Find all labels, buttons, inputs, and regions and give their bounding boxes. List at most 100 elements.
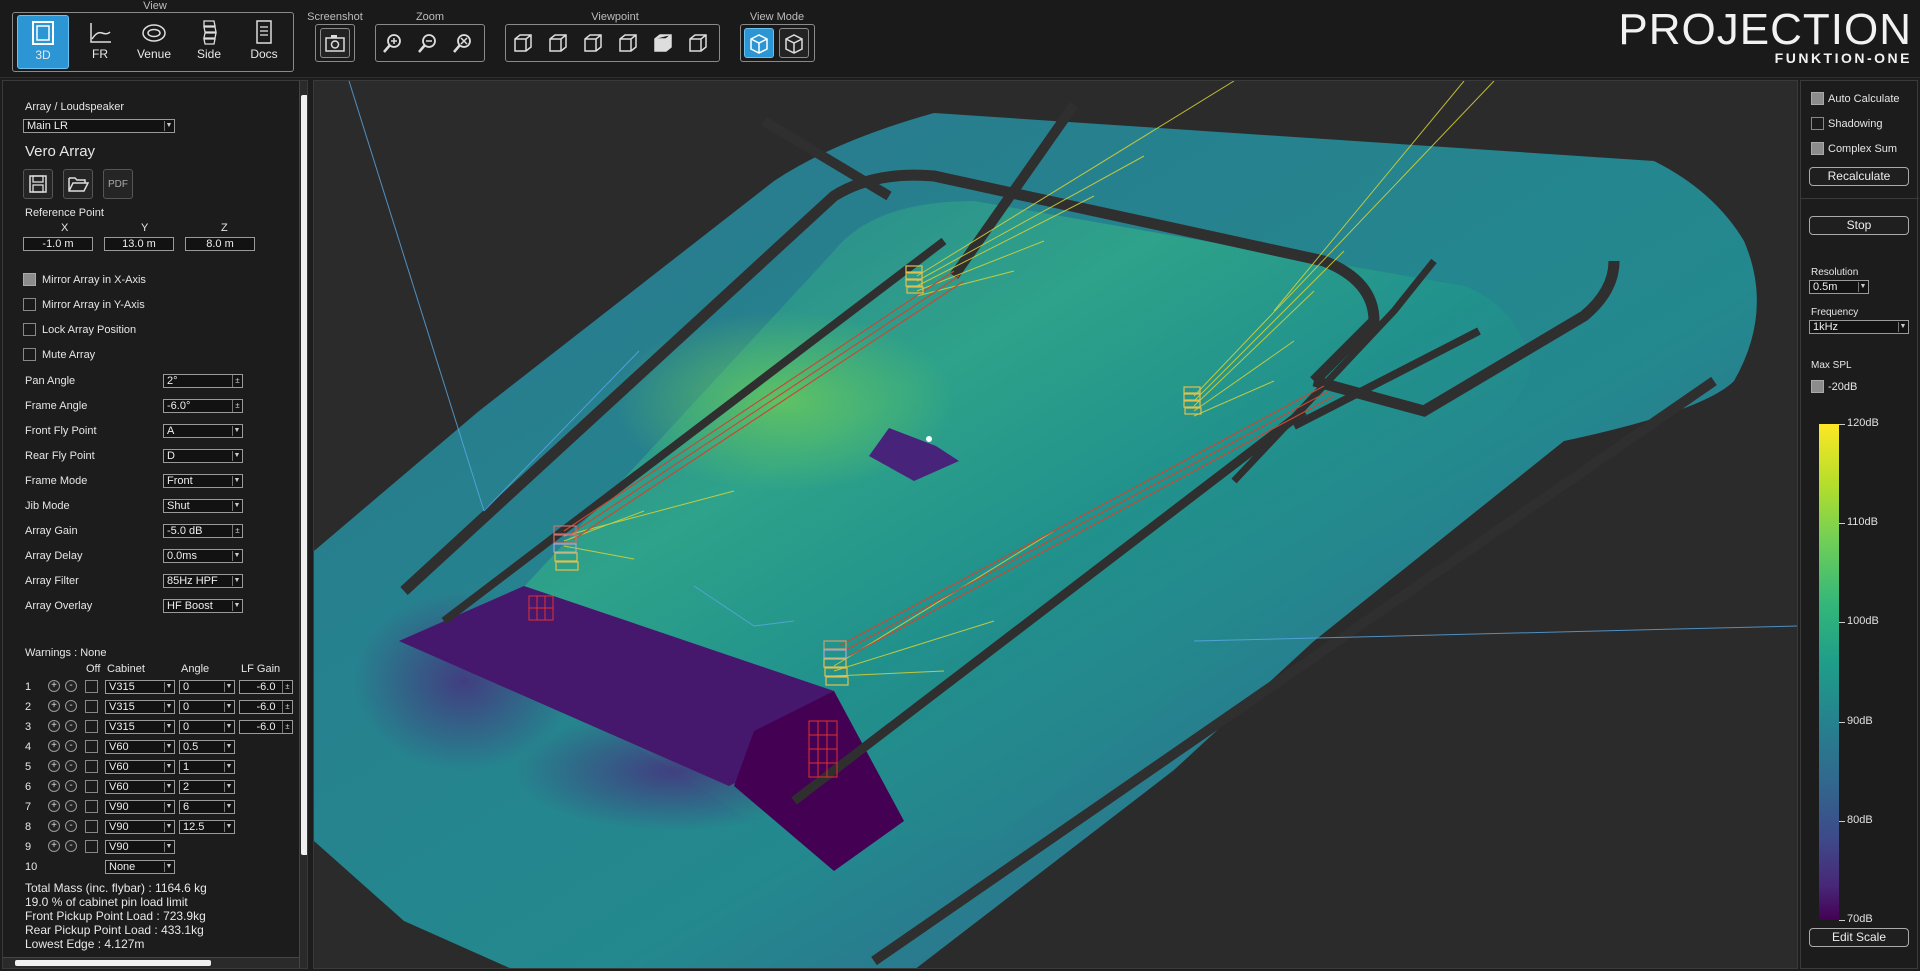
horizontal-scrollbar[interactable]	[3, 957, 299, 968]
ref-x-field[interactable]: -1.0 m	[23, 237, 93, 251]
screenshot-button[interactable]	[320, 28, 350, 58]
complex-sum-checkbox[interactable]	[1811, 142, 1824, 155]
resolution-select[interactable]: 0.5m ▼	[1809, 280, 1869, 294]
lf-gain-field[interactable]: -6.0 ±	[239, 680, 293, 694]
auto-calculate-checkbox[interactable]	[1811, 92, 1824, 105]
cabinet-select[interactable]: None ▼	[105, 860, 175, 874]
param-field[interactable]: Front ▼	[163, 474, 243, 488]
zoom-in-button[interactable]	[378, 28, 408, 58]
ref-y-field[interactable]: 13.0 m	[104, 237, 174, 251]
add-cabinet-button[interactable]: +	[48, 820, 60, 832]
view-fr-button[interactable]: FR	[75, 15, 125, 69]
viewpoint-left-button[interactable]	[578, 28, 608, 58]
cabinet-off-checkbox[interactable]	[85, 700, 98, 713]
param-field[interactable]: A ▼	[163, 424, 243, 438]
checkbox[interactable]	[23, 273, 36, 286]
spl-map-render[interactable]	[314, 81, 1798, 969]
frequency-select[interactable]: 1kHz ▼	[1809, 320, 1909, 334]
param-field[interactable]: -5.0 dB ±	[163, 524, 243, 538]
checkbox[interactable]	[23, 298, 36, 311]
view-side-button[interactable]: Side	[184, 15, 234, 69]
param-field[interactable]: -6.0° ±	[163, 399, 243, 413]
shadowing-checkbox[interactable]	[1811, 117, 1824, 130]
pdf-button[interactable]: PDF	[103, 169, 133, 199]
recalculate-button[interactable]: Recalculate	[1809, 167, 1909, 186]
add-cabinet-button[interactable]: +	[48, 700, 60, 712]
cabinet-off-checkbox[interactable]	[85, 820, 98, 833]
viewpoint-top-button[interactable]	[648, 28, 678, 58]
viewpoint-front-button[interactable]	[508, 28, 538, 58]
cabinet-off-checkbox[interactable]	[85, 800, 98, 813]
cabinet-select[interactable]: V315 ▼	[105, 700, 175, 714]
ref-z-field[interactable]: 8.0 m	[185, 237, 255, 251]
cabinet-select[interactable]: V60 ▼	[105, 760, 175, 774]
param-field[interactable]: Shut ▼	[163, 499, 243, 513]
remove-cabinet-button[interactable]: -	[65, 720, 77, 732]
remove-cabinet-button[interactable]: -	[65, 740, 77, 752]
horizontal-scroll-thumb[interactable]	[15, 960, 211, 966]
view-mode-wireframe-button[interactable]	[744, 28, 774, 58]
view-mode-solid-button[interactable]	[779, 28, 809, 58]
spinner-icon[interactable]: ±	[232, 400, 242, 412]
add-cabinet-button[interactable]: +	[48, 740, 60, 752]
angle-select[interactable]: 0.5 ▼	[179, 740, 235, 754]
param-field[interactable]: D ▼	[163, 449, 243, 463]
cabinet-off-checkbox[interactable]	[85, 840, 98, 853]
add-cabinet-button[interactable]: +	[48, 680, 60, 692]
view-venue-button[interactable]: Venue	[128, 15, 180, 69]
spinner-icon[interactable]: ±	[282, 681, 292, 693]
cabinet-select[interactable]: V315 ▼	[105, 720, 175, 734]
checkbox[interactable]	[23, 323, 36, 336]
save-button[interactable]	[23, 169, 53, 199]
remove-cabinet-button[interactable]: -	[65, 820, 77, 832]
open-button[interactable]	[63, 169, 93, 199]
viewpoint-iso-button[interactable]	[683, 28, 713, 58]
zoom-out-button[interactable]	[413, 28, 443, 58]
edit-scale-button[interactable]: Edit Scale	[1809, 928, 1909, 947]
angle-select[interactable]: 1 ▼	[179, 760, 235, 774]
cabinet-select[interactable]: V60 ▼	[105, 740, 175, 754]
add-cabinet-button[interactable]: +	[48, 780, 60, 792]
angle-select[interactable]: 0 ▼	[179, 680, 235, 694]
spinner-icon[interactable]: ±	[232, 525, 242, 537]
add-cabinet-button[interactable]: +	[48, 800, 60, 812]
cabinet-off-checkbox[interactable]	[85, 780, 98, 793]
view-docs-button[interactable]: Docs	[238, 15, 290, 69]
remove-cabinet-button[interactable]: -	[65, 800, 77, 812]
cabinet-select[interactable]: V90 ▼	[105, 820, 175, 834]
vertical-scroll-thumb[interactable]	[301, 95, 307, 855]
remove-cabinet-button[interactable]: -	[65, 840, 77, 852]
angle-select[interactable]: 6 ▼	[179, 800, 235, 814]
lf-gain-field[interactable]: -6.0 ±	[239, 720, 293, 734]
param-field[interactable]: 0.0ms ▼	[163, 549, 243, 563]
view-3d-button[interactable]: 3D	[17, 15, 69, 69]
add-cabinet-button[interactable]: +	[48, 840, 60, 852]
stop-button[interactable]: Stop	[1809, 216, 1909, 235]
remove-cabinet-button[interactable]: -	[65, 680, 77, 692]
angle-select[interactable]: 0 ▼	[179, 700, 235, 714]
cabinet-off-checkbox[interactable]	[85, 760, 98, 773]
cabinet-select[interactable]: V60 ▼	[105, 780, 175, 794]
remove-cabinet-button[interactable]: -	[65, 760, 77, 772]
param-field[interactable]: 2° ±	[163, 374, 243, 388]
viewpoint-right-button[interactable]	[613, 28, 643, 58]
angle-select[interactable]: 12.5 ▼	[179, 820, 235, 834]
cabinet-off-checkbox[interactable]	[85, 740, 98, 753]
param-field[interactable]: 85Hz HPF ▼	[163, 574, 243, 588]
cabinet-select[interactable]: V90 ▼	[105, 840, 175, 854]
cabinet-select[interactable]: V90 ▼	[105, 800, 175, 814]
spinner-icon[interactable]: ±	[282, 721, 292, 733]
spinner-icon[interactable]: ±	[232, 375, 242, 387]
cabinet-select[interactable]: V315 ▼	[105, 680, 175, 694]
param-field[interactable]: HF Boost ▼	[163, 599, 243, 613]
spinner-icon[interactable]: ±	[282, 701, 292, 713]
angle-select[interactable]: 2 ▼	[179, 780, 235, 794]
vertical-scrollbar[interactable]	[299, 81, 307, 968]
viewpoint-back-button[interactable]	[543, 28, 573, 58]
max-spl-checkbox[interactable]	[1811, 380, 1824, 393]
cabinet-off-checkbox[interactable]	[85, 680, 98, 693]
lf-gain-field[interactable]: -6.0 ±	[239, 700, 293, 714]
add-cabinet-button[interactable]: +	[48, 720, 60, 732]
angle-select[interactable]: 0 ▼	[179, 720, 235, 734]
cabinet-off-checkbox[interactable]	[85, 720, 98, 733]
